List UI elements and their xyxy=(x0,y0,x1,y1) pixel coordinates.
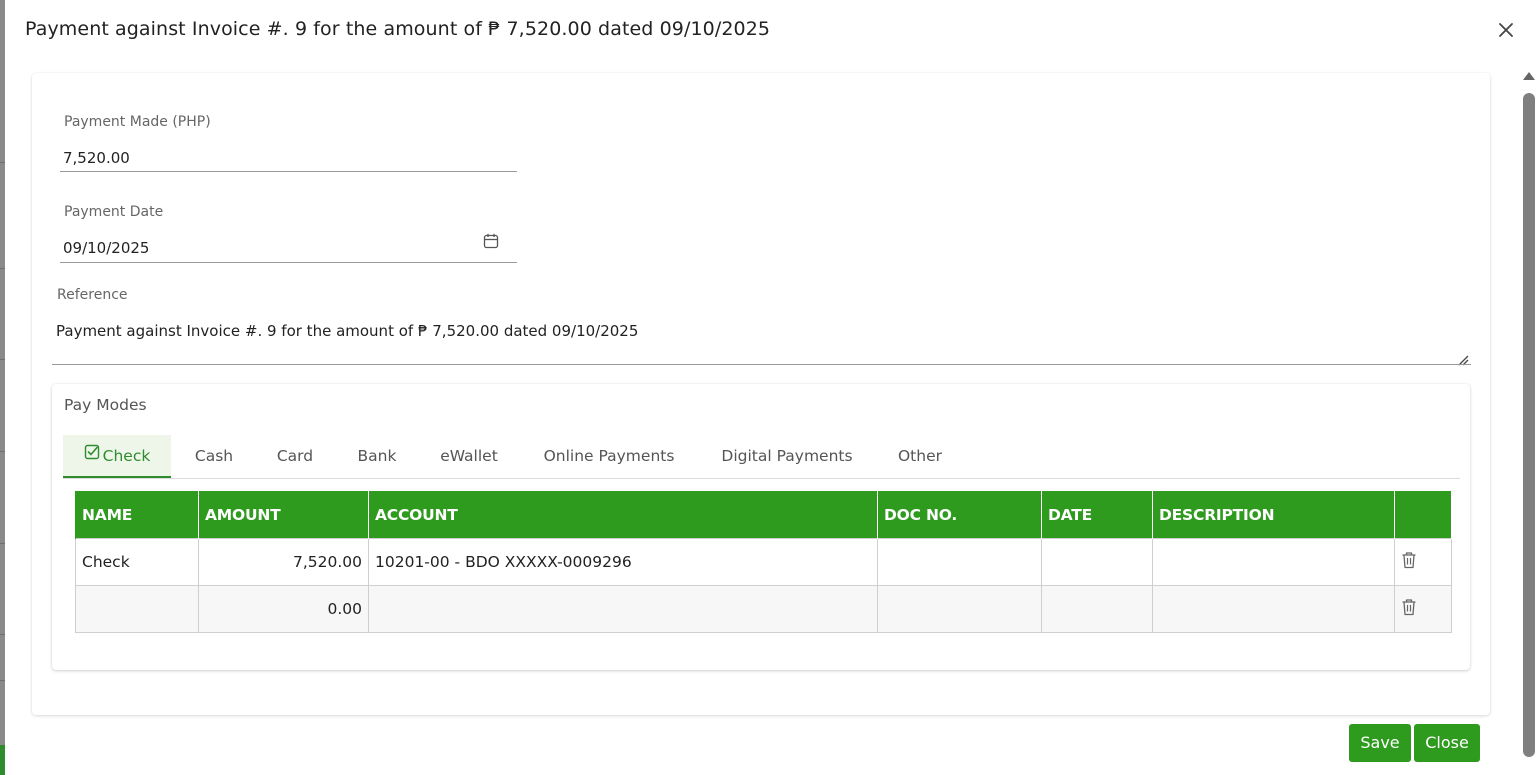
tab-check-label: Check xyxy=(102,447,151,465)
cell-date[interactable] xyxy=(1041,538,1153,586)
cell-date[interactable] xyxy=(1041,585,1153,633)
tab-check[interactable]: Check xyxy=(63,435,171,478)
reference-label: Reference xyxy=(57,287,128,303)
col-header-amount: AMOUNT xyxy=(198,491,369,539)
background-page-strip xyxy=(0,0,5,775)
payment-date-input[interactable]: 09/10/2025 xyxy=(63,239,149,257)
pay-modes-panel: Pay Modes Check Cash Card Bank eWallet O… xyxy=(52,384,1470,670)
col-header-actions xyxy=(1394,491,1452,539)
pay-modes-tabs: Check Cash Card Bank eWallet Online Paym… xyxy=(63,435,1460,479)
tab-bank[interactable]: Bank xyxy=(342,435,412,477)
tab-digital-payments[interactable]: Digital Payments xyxy=(704,435,870,477)
col-header-description: DESCRIPTION xyxy=(1152,491,1395,539)
cell-account[interactable]: 10201-00 - BDO XXXXX-0009296 xyxy=(368,538,878,586)
payment-made-input[interactable]: 7,520.00 xyxy=(63,149,130,167)
tab-other[interactable]: Other xyxy=(884,435,956,477)
scroll-up-arrow-icon[interactable] xyxy=(1523,72,1535,80)
save-button[interactable]: Save xyxy=(1349,724,1411,762)
payment-date-label: Payment Date xyxy=(64,204,164,220)
reference-textarea[interactable]: Payment against Invoice #. 9 for the amo… xyxy=(56,322,638,340)
col-header-account: ACCOUNT xyxy=(368,491,878,539)
cell-doc-no[interactable] xyxy=(877,585,1042,633)
close-icon[interactable] xyxy=(1494,18,1518,42)
check-square-icon xyxy=(84,434,100,476)
cell-name[interactable] xyxy=(75,585,199,633)
scrollbar-thumb[interactable] xyxy=(1523,93,1535,757)
payment-made-underline xyxy=(60,171,517,172)
cell-actions xyxy=(1394,585,1452,633)
payment-made-label: Payment Made (PHP) xyxy=(64,114,211,130)
tab-ewallet[interactable]: eWallet xyxy=(426,435,512,477)
trash-icon[interactable] xyxy=(1401,598,1417,616)
tab-card[interactable]: Card xyxy=(260,435,330,477)
col-header-date: DATE xyxy=(1041,491,1153,539)
pay-modes-title: Pay Modes xyxy=(64,396,147,414)
cell-amount[interactable]: 7,520.00 xyxy=(198,538,369,586)
pay-mode-lines-table: NAME AMOUNT ACCOUNT DOC NO. DATE DESCRIP… xyxy=(75,491,1452,633)
cell-doc-no[interactable] xyxy=(877,538,1042,586)
cell-actions xyxy=(1394,538,1452,586)
table-row: 0.00 xyxy=(75,585,1452,633)
cell-description[interactable] xyxy=(1152,538,1395,586)
dialog-title: Payment against Invoice #. 9 for the amo… xyxy=(25,18,771,40)
cell-account[interactable] xyxy=(368,585,878,633)
resize-handle-icon[interactable] xyxy=(1457,351,1469,366)
tab-cash[interactable]: Cash xyxy=(176,435,252,477)
col-header-doc-no: DOC NO. xyxy=(877,491,1042,539)
table-row: Check 7,520.00 10201-00 - BDO XXXXX-0009… xyxy=(75,538,1452,586)
cell-amount[interactable]: 0.00 xyxy=(198,585,369,633)
tab-online-payments[interactable]: Online Payments xyxy=(527,435,691,477)
trash-icon[interactable] xyxy=(1401,551,1417,569)
cell-name[interactable]: Check xyxy=(75,538,199,586)
payment-date-underline xyxy=(60,262,517,263)
payment-form-card: Payment Made (PHP) 7,520.00 Payment Date… xyxy=(32,73,1490,715)
col-header-name: NAME xyxy=(75,491,199,539)
calendar-icon[interactable] xyxy=(482,232,500,250)
cell-description[interactable] xyxy=(1152,585,1395,633)
reference-underline xyxy=(52,364,1471,365)
close-button[interactable]: Close xyxy=(1414,724,1480,762)
